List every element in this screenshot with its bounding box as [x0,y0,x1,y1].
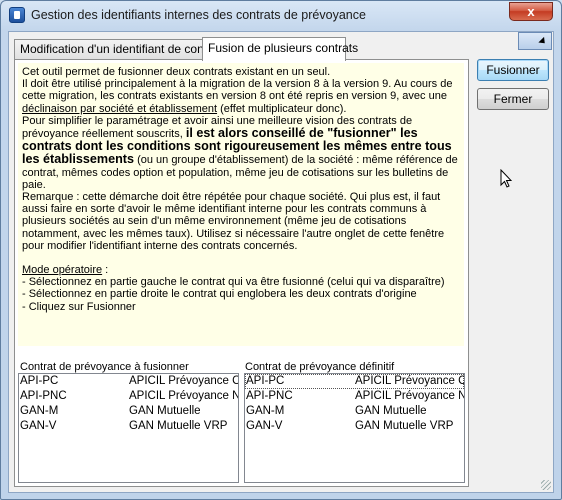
list-item[interactable]: API-PNC APICIL Prévoyance No [19,389,238,404]
close-button[interactable]: Fermer [477,88,549,110]
dialog-window: Gestion des identifiants internes des co… [0,0,562,500]
mode-step: - Cliquez sur Fusionner [22,300,136,313]
list-item[interactable]: API-PC APICIL Prévoyance Ca [19,374,238,389]
window-menu-dropdown[interactable] [518,32,552,50]
description-advice: Pour simplifier le paramétrage et avoir … [22,114,458,191]
title-bar[interactable]: Gestion des identifiants internes des co… [1,1,561,31]
description-intro: Cet outil permet de fusionner deux contr… [22,66,331,78]
right-list-label: Contrat de prévoyance définitif [245,361,395,373]
mode-title: Mode opératoire : [22,264,109,277]
list-item[interactable]: GAN-V GAN Mutuelle VRP [245,419,464,434]
dialog-client-area: Modification d'un identifiant de contrat… [8,31,554,493]
description-migration: Il doit être utilisé principalement à la… [22,78,453,115]
list-item[interactable]: GAN-V GAN Mutuelle VRP [19,419,238,434]
list-item[interactable]: GAN-M GAN Mutuelle [245,404,464,419]
left-contract-list[interactable]: API-PC APICIL Prévoyance Ca API-PNC APICIL… [18,373,239,483]
tab-modification[interactable]: Modification d'un identifiant de contrat [14,39,206,59]
mode-step: - Sélectionnez en partie droite le contr… [22,288,417,301]
mouse-cursor-icon [500,169,512,188]
list-item[interactable]: API-PC APICIL Prévoyance Ca [245,374,464,389]
declinaison-text: déclinaison par société et établissement [22,102,218,115]
left-list-label: Contrat de prévoyance à fusionner [20,361,189,373]
right-contract-list[interactable]: API-PC APICIL Prévoyance Ca API-PNC APICIL… [244,373,465,483]
list-item[interactable]: GAN-M GAN Mutuelle [19,404,238,419]
description-remark: Remarque : cette démarche doit être répé… [22,191,445,252]
app-icon [9,7,25,23]
tab-panel-fusion: Cet outil permet de fusionner deux contr… [14,59,469,487]
mode-step: - Sélectionnez en partie gauche le contr… [22,276,445,289]
merge-button[interactable]: Fusionner [477,59,549,81]
description-box: Cet outil permet de fusionner deux contr… [18,63,464,346]
list-item[interactable]: API-PNC APICIL Prévoyance No [245,389,464,404]
window-title: Gestion des identifiants internes des co… [31,8,366,22]
tab-fusion[interactable]: Fusion de plusieurs contrats [202,37,358,61]
close-window-button[interactable]: x [509,2,553,21]
resize-grip[interactable] [541,480,551,490]
